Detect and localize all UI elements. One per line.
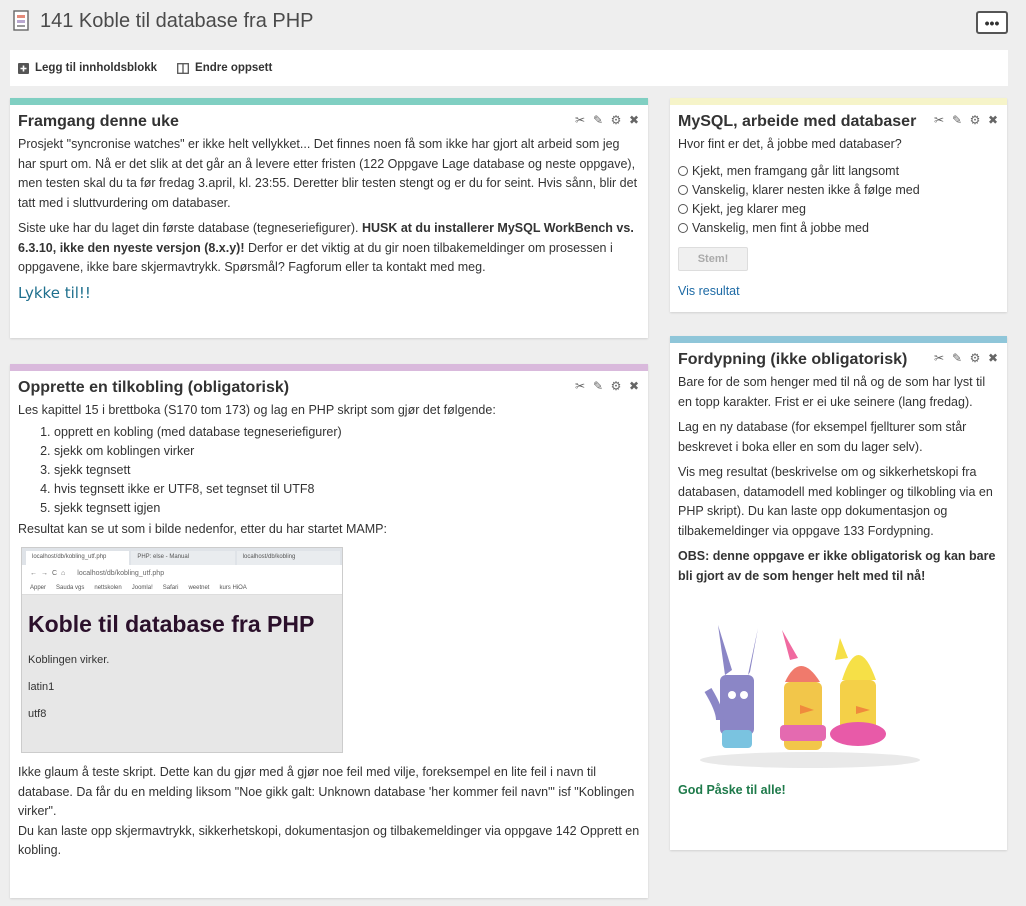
poll-question: Hvor fint er det, å jobbe med databaser? [678, 137, 902, 151]
block-text: Les kapittel 15 i brettboka (S170 tom 17… [18, 403, 496, 417]
poll-option[interactable]: Kjekt, jeg klarer meg [678, 200, 999, 219]
block-text: Ikke glaum å teste skript. Dette kan du … [18, 765, 635, 818]
block-fordypning: ✂ ✎ ⚙ ✖ Fordypning (ikke obligatorisk) B… [670, 336, 1007, 850]
bookmark: kurs HiOA [219, 585, 247, 591]
option-label: Kjekt, men framgang går litt langsomt [692, 164, 900, 178]
option-label: Vanskelig, klarer nesten ikke å følge me… [692, 183, 920, 197]
block-text: Bare for de som henger med til nå og de … [678, 375, 986, 409]
browser-screenshot: localhost/db/kobling_utf.php PHP: else -… [21, 547, 343, 753]
change-layout-label: Endre oppsett [195, 62, 273, 74]
list-item: opprett en kobling (med database tegnese… [54, 423, 640, 442]
screenshot-line: Koblingen virker. [28, 654, 110, 666]
nav-arrows-icon: ←→C⌂ [30, 570, 70, 577]
screenshot-heading: Koble til database fra PHP [28, 611, 315, 637]
radio-button[interactable] [678, 185, 688, 195]
page-icon [13, 10, 29, 31]
move-icon[interactable]: ✂ [574, 114, 586, 126]
list-item: sjekk tegnsett igjen [54, 499, 640, 518]
good-luck-text: Lykke til!! [18, 283, 91, 302]
obs-text: OBS: denne oppgave er ikke obligatorisk … [678, 549, 996, 583]
poll-option[interactable]: Vanskelig, men fint å jobbe med [678, 219, 999, 238]
move-icon[interactable]: ✂ [933, 114, 945, 126]
block-opprette: ✂ ✎ ⚙ ✖ Opprette en tilkobling (obligato… [10, 364, 648, 898]
easter-chicks-image [700, 625, 920, 768]
config-icon[interactable]: ⚙ [969, 114, 981, 126]
browser-content: Koble til database fra PHP Koblingen vir… [22, 595, 342, 745]
text-span: Siste uke har du laget din første databa… [18, 221, 362, 235]
block-text: Lag en ny database (for eksempel fjelltu… [678, 420, 967, 454]
move-icon[interactable]: ✂ [574, 380, 586, 392]
screenshot-line: latin1 [28, 681, 55, 693]
bookmarks-bar: Apper Sauda vgs nettskolen Joomla! Safar… [22, 582, 342, 595]
block-color-bar [10, 364, 648, 371]
move-icon[interactable]: ✂ [933, 352, 945, 364]
show-results-link[interactable]: Vis resultat [678, 284, 740, 298]
browser-tab: localhost/db/kobling [236, 551, 340, 565]
bookmark: Joomla! [131, 585, 153, 591]
delete-icon[interactable]: ✖ [987, 352, 999, 364]
block-mysql-poll: ✂ ✎ ⚙ ✖ MySQL, arbeide med databaser Hvo… [670, 98, 1007, 312]
block-controls: ✂ ✎ ⚙ ✖ [574, 114, 640, 126]
radio-button[interactable] [678, 204, 688, 214]
browser-tabs: localhost/db/kobling_utf.php PHP: else -… [22, 548, 342, 565]
block-controls: ✂ ✎ ⚙ ✖ [574, 380, 640, 392]
edit-icon[interactable]: ✎ [951, 114, 963, 126]
delete-icon[interactable]: ✖ [987, 114, 999, 126]
more-options-button[interactable]: ••• [976, 11, 1008, 34]
edit-icon[interactable]: ✎ [592, 380, 604, 392]
delete-icon[interactable]: ✖ [628, 114, 640, 126]
browser-tab: localhost/db/kobling_utf.php [26, 551, 130, 565]
option-label: Kjekt, jeg klarer meg [692, 202, 806, 216]
steps-list: opprett en kobling (med database tegnese… [54, 423, 640, 518]
poll-option[interactable]: Vanskelig, klarer nesten ikke å følge me… [678, 181, 999, 200]
block-color-bar [10, 98, 648, 105]
list-item: sjekk om koblingen virker [54, 442, 640, 461]
edit-icon[interactable]: ✎ [951, 352, 963, 364]
block-color-bar [670, 98, 1007, 105]
browser-address-bar: ←→C⌂ localhost/db/kobling_utf.php [22, 565, 342, 582]
config-icon[interactable]: ⚙ [610, 380, 622, 392]
block-controls: ✂ ✎ ⚙ ✖ [933, 114, 999, 126]
block-controls: ✂ ✎ ⚙ ✖ [933, 352, 999, 364]
option-label: Vanskelig, men fint å jobbe med [692, 221, 869, 235]
bookmark: Safari [162, 585, 179, 591]
add-block-label: Legg til innholdsblokk [35, 62, 158, 74]
config-icon[interactable]: ⚙ [969, 352, 981, 364]
easter-greeting: God Påske til alle! [678, 783, 786, 797]
layout-icon [177, 62, 189, 74]
vote-button[interactable]: Stem! [678, 246, 748, 271]
poll-options: Kjekt, men framgang går litt langsomt Va… [678, 162, 999, 238]
page-title: 141 Koble til database fra PHP [40, 9, 314, 32]
block-text: Du kan laste opp skjermavtrykk, sikkerhe… [18, 823, 640, 858]
block-color-bar [670, 336, 1007, 343]
plus-square-icon [18, 62, 29, 74]
block-text: Vis meg resultat (beskrivelse om og sikk… [678, 465, 993, 538]
bookmark: Sauda vgs [56, 585, 85, 591]
list-item: hvis tegnsett ikke er UTF8, set tegnset … [54, 480, 640, 499]
poll-option[interactable]: Kjekt, men framgang går litt langsomt [678, 162, 999, 181]
change-layout-button[interactable]: Endre oppsett [177, 62, 272, 74]
add-block-button[interactable]: Legg til innholdsblokk [18, 62, 157, 74]
block-text: Resultat kan se ut som i bilde nedenfor,… [18, 521, 387, 536]
bookmark: Apper [30, 585, 47, 591]
block-title: Opprette en tilkobling (obligatorisk) [18, 379, 290, 396]
config-icon[interactable]: ⚙ [610, 114, 622, 126]
edit-toolbar: Legg til innholdsblokk Endre oppsett [10, 50, 1008, 86]
browser-tab: PHP: else - Manual [131, 551, 235, 565]
page-header: 141 Koble til database fra PHP [12, 8, 314, 34]
delete-icon[interactable]: ✖ [628, 380, 640, 392]
block-text: Siste uke har du laget din første databa… [18, 219, 640, 278]
screenshot-line: utf8 [28, 708, 47, 720]
bookmark: weetnet [188, 585, 210, 591]
bookmark: nettskolen [94, 585, 122, 591]
list-item: sjekk tegnsett [54, 461, 640, 480]
address-text: localhost/db/kobling_utf.php [77, 570, 165, 577]
block-framgang: ✂ ✎ ⚙ ✖ Framgang denne uke Prosjekt "syn… [10, 98, 648, 338]
edit-icon[interactable]: ✎ [592, 114, 604, 126]
radio-button[interactable] [678, 223, 688, 233]
radio-button[interactable] [678, 166, 688, 176]
block-title: Framgang denne uke [18, 113, 179, 130]
block-text: Prosjekt "syncronise watches" er ikke he… [18, 137, 638, 210]
